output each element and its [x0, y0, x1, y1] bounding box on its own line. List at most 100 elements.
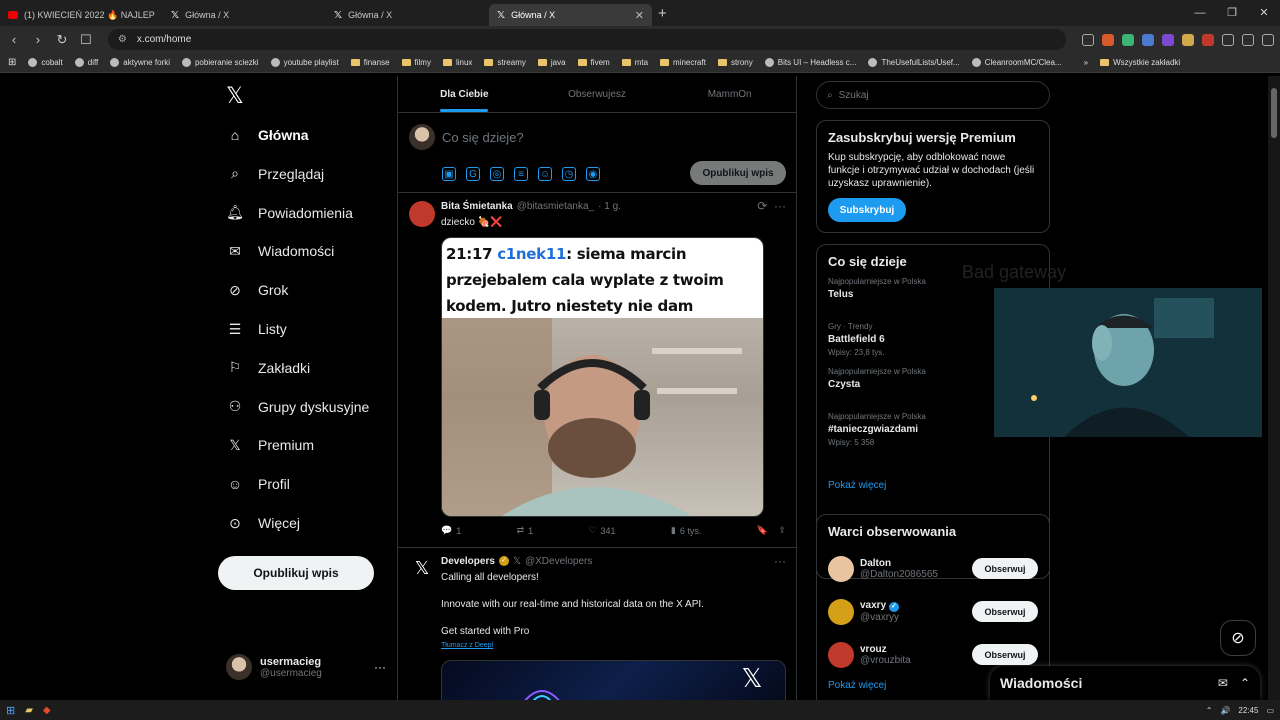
bookmark-item[interactable]: finanse [350, 58, 390, 67]
nav-item[interactable]: ⌕ Przeglądaj [226, 165, 324, 183]
all-bookmarks[interactable]: Wszystkie zakładki [1100, 58, 1180, 67]
nav-item[interactable]: ✉ Wiadomości [226, 242, 334, 260]
url-field[interactable]: ⚙ x.com/home [107, 29, 1066, 50]
close-tab-icon[interactable]: ✕ [635, 9, 644, 22]
new-tab-button[interactable]: + [658, 5, 667, 22]
bookmark-page-icon[interactable]: ☐ [78, 32, 94, 48]
avatar[interactable] [828, 555, 854, 582]
bookmark-item[interactable]: diff [74, 58, 98, 67]
post-media[interactable]: 21:17 c1nek11: siema marcin przejebalem … [441, 237, 764, 517]
nav-item[interactable]: ☺ Profil [226, 475, 290, 493]
views-button[interactable]: ▮ 6 tys. [671, 525, 701, 536]
tab-following[interactable]: Obserwujesz [531, 76, 664, 112]
bookmark-item[interactable]: mta [621, 58, 648, 67]
search-input[interactable]: ⌕ Szukaj [816, 81, 1050, 109]
bookmark-item[interactable]: fivem [577, 58, 610, 67]
avatar[interactable] [828, 598, 854, 625]
avatar[interactable] [828, 641, 854, 668]
post-author-handle[interactable]: @XDevelopers [525, 556, 592, 567]
extension-2-icon[interactable] [1142, 33, 1154, 46]
forward-icon[interactable]: › [30, 32, 46, 47]
post[interactable]: Bita Śmietanka @bitasmietanka_ · 1 g. ⟳ … [398, 193, 796, 548]
browser-tab-x-active[interactable]: 𝕏 Główna / X ✕ [489, 4, 652, 26]
bookmark-item[interactable]: pobieranie sciezki [181, 58, 259, 67]
grok-floating-button[interactable]: ⊘ [1220, 620, 1256, 656]
restore-icon[interactable]: ❐ [1216, 0, 1248, 26]
bookmark-item[interactable]: java [537, 58, 566, 67]
reload-icon[interactable]: ↻ [54, 32, 70, 48]
compose-input[interactable]: Co się dzieje? [442, 130, 524, 145]
grok-icon[interactable]: ◎ [490, 167, 504, 181]
bookmark-item[interactable]: TheUsefulLists/Usef... [868, 58, 960, 67]
bookmark-icon[interactable]: 🔖 [757, 525, 768, 536]
x-logo-icon[interactable]: 𝕏 [409, 556, 435, 582]
bookmark-item[interactable]: filmy [401, 58, 431, 67]
post-author-name[interactable]: Bita Śmietanka [441, 201, 513, 212]
share-icon[interactable]: ⇪ [778, 525, 786, 536]
extension-5-icon[interactable] [1202, 33, 1214, 46]
bookmark-item[interactable]: strony [717, 58, 753, 67]
file-explorer-icon[interactable]: ▰ [25, 705, 33, 716]
tab-for-you[interactable]: Dla Ciebie [398, 76, 531, 112]
brave-shield-icon[interactable] [1102, 33, 1114, 46]
sidebar-icon[interactable] [1242, 33, 1254, 46]
bookmark-item[interactable]: streamy [484, 58, 526, 67]
follow-button[interactable]: Obserwuj [972, 644, 1038, 665]
x-logo-icon[interactable]: 𝕏 [226, 84, 244, 109]
nav-item[interactable]: 🔔︎ Powiadomienia [226, 204, 353, 222]
bookmark-item[interactable]: CleanroomMC/Clea... [971, 58, 1062, 67]
follow-suggestion[interactable]: vaxry ✓ @vaxryy Obserwuj [817, 590, 1049, 633]
extension-4-icon[interactable] [1182, 33, 1194, 46]
follow-button[interactable]: Obserwuj [972, 558, 1038, 579]
chevron-up-icon[interactable]: ⌃ [1240, 676, 1250, 690]
nav-item[interactable]: ⚇ Grupy dyskusyjne [226, 398, 370, 416]
close-window-icon[interactable]: ✕ [1248, 0, 1280, 26]
nav-item[interactable]: ⊙ Więcej [226, 514, 300, 532]
apps-icon[interactable]: ⊞ [8, 57, 16, 68]
nav-item[interactable]: ⌂ Główna [226, 126, 309, 144]
browser-taskbar-icon[interactable]: ◆ [43, 705, 51, 716]
bookmark-item[interactable]: minecraft [660, 58, 706, 67]
follow-suggestion[interactable]: Dalton @Dalton2086565 Obserwuj [817, 547, 1049, 590]
like-button[interactable]: ♡ 341 [588, 525, 615, 536]
bookmark-item[interactable]: aktywne forki [110, 58, 170, 67]
reply-button[interactable]: 💬 1 [441, 525, 461, 536]
notifications-icon[interactable]: ▭ [1266, 706, 1274, 715]
post[interactable]: 𝕏 Developers ✓ 𝕏 @XDevelopers ··· Callin… [398, 548, 796, 700]
repost-button[interactable]: ⇄ 1 [517, 525, 534, 536]
tab-custom-list[interactable]: MammOn [663, 76, 796, 112]
emoji-icon[interactable]: ☺ [538, 167, 552, 181]
site-info-icon[interactable]: ⚙ [118, 34, 127, 45]
schedule-icon[interactable]: ◷ [562, 167, 576, 181]
browser-tab-x-1[interactable]: 𝕏 Główna / X [163, 4, 326, 26]
account-switcher[interactable]: usermacieg @usermacieg ··· [226, 654, 396, 680]
menu-icon[interactable] [1262, 33, 1274, 46]
nav-item[interactable]: 𝕏 Premium [226, 436, 314, 454]
more-icon[interactable]: ⟳ ··· [757, 199, 786, 213]
follow-button[interactable]: Obserwuj [972, 601, 1038, 622]
post-author-handle[interactable]: @bitasmietanka_ [517, 201, 594, 212]
avatar[interactable] [409, 201, 435, 227]
bookmark-item[interactable]: linux [442, 58, 472, 67]
more-icon[interactable]: ··· [774, 554, 786, 568]
browser-tab-x-2[interactable]: 𝕏 Główna / X [326, 4, 489, 26]
nav-item[interactable]: ⊘ Grok [226, 281, 288, 299]
start-icon[interactable]: ⊞ [6, 704, 15, 717]
image-icon[interactable]: ▣ [442, 167, 456, 181]
post-media[interactable]: 𝕏 [441, 660, 786, 700]
extension-3-icon[interactable] [1162, 33, 1174, 46]
cast-icon[interactable] [1082, 33, 1094, 46]
subscribe-button[interactable]: Subskrybuj [828, 198, 906, 222]
post-author-name[interactable]: Developers [441, 556, 495, 567]
nav-item[interactable]: ☰ Listy [226, 320, 287, 338]
messages-dock[interactable]: Wiadomości ✉ ⌃ [990, 666, 1260, 700]
gif-icon[interactable]: G [466, 167, 480, 181]
translate-link[interactable]: Tłumacz z Deepl [441, 642, 493, 649]
clock[interactable]: 22:45 [1238, 706, 1258, 715]
compose-post-button[interactable]: Opublikuj wpis [690, 161, 786, 185]
more-bookmarks-icon[interactable]: » [1084, 58, 1088, 67]
nav-item[interactable]: ⚐ Zakładki [226, 359, 310, 377]
tray-chevron-icon[interactable]: ⌃ [1206, 706, 1213, 715]
bookmark-item[interactable]: Bits UI – Headless c... [764, 58, 856, 67]
bookmark-item[interactable]: cobalt [28, 58, 63, 67]
